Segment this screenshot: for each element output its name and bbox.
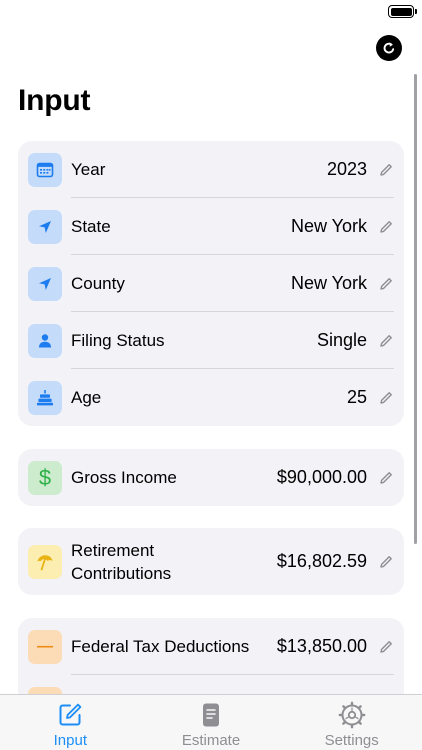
county-label: County xyxy=(71,274,125,293)
state-value: New York xyxy=(290,216,367,236)
document-icon xyxy=(203,703,219,727)
beach-umbrella-icon xyxy=(28,544,62,579)
retirement-contributions-value: $16,802.59 xyxy=(276,551,367,571)
year-row[interactable]: Year 2023 xyxy=(18,141,404,198)
page-title: Input xyxy=(18,84,91,117)
gross-income-row[interactable]: $ Gross Income $90,000.00 xyxy=(18,449,404,506)
pencil-icon[interactable] xyxy=(378,639,394,655)
retirement-group: Retirement Contributions $16,802.59 xyxy=(18,528,404,595)
county-value: New York xyxy=(290,273,367,293)
state-row[interactable]: State New York xyxy=(18,198,404,255)
battery-icon xyxy=(388,5,417,18)
year-label: Year xyxy=(71,160,106,179)
retirement-label-line2: Contributions xyxy=(71,563,172,583)
pencil-icon[interactable] xyxy=(378,219,394,235)
age-value: 25 xyxy=(346,387,367,407)
tab-estimate[interactable]: Estimate xyxy=(141,695,282,750)
filing-status-label: Filing Status xyxy=(71,331,165,350)
location-arrow-icon xyxy=(28,266,62,301)
refresh-button[interactable] xyxy=(376,35,402,61)
compose-icon xyxy=(59,703,82,726)
federal-tax-deductions-row[interactable]: — Federal Tax Deductions $13,850.00 xyxy=(18,618,404,675)
retirement-contributions-row[interactable]: Retirement Contributions $16,802.59 xyxy=(18,528,404,595)
tab-input[interactable]: Input xyxy=(0,695,141,750)
dollar-sign-icon: $ xyxy=(28,460,62,495)
age-row[interactable]: Age 25 xyxy=(18,369,404,426)
federal-tax-deductions-value: $13,850.00 xyxy=(276,636,367,656)
year-value: 2023 xyxy=(326,159,367,179)
pencil-icon[interactable] xyxy=(378,554,394,570)
scroll-indicator[interactable] xyxy=(414,74,417,544)
refresh-icon xyxy=(383,42,395,54)
location-arrow-icon xyxy=(28,209,62,244)
gross-income-label: Gross Income xyxy=(71,468,177,487)
pencil-icon[interactable] xyxy=(378,162,394,178)
retirement-contributions-label: Retirement Contributions xyxy=(71,539,277,585)
status-bar xyxy=(0,0,422,26)
tab-bar: Input Estimate Settings xyxy=(0,694,422,750)
dollar-sign-glyph: $ xyxy=(38,464,52,490)
filing-status-value: Single xyxy=(316,330,367,350)
gross-income-group: $ Gross Income $90,000.00 xyxy=(18,449,404,506)
pencil-icon[interactable] xyxy=(378,333,394,349)
pencil-icon[interactable] xyxy=(378,390,394,406)
federal-tax-deductions-label: Federal Tax Deductions xyxy=(71,637,250,656)
person-icon xyxy=(28,323,62,358)
minus-glyph: — xyxy=(37,637,53,655)
minus-icon: — xyxy=(28,629,62,664)
birthday-cake-icon xyxy=(28,380,62,415)
basic-info-group: Year 2023 State New York County New York… xyxy=(18,141,404,426)
filing-status-row[interactable]: Filing Status Single xyxy=(18,312,404,369)
tab-input-label: Input xyxy=(53,732,88,749)
retirement-label-line1: Retirement xyxy=(71,540,155,560)
tab-estimate-label: Estimate xyxy=(181,732,241,749)
calendar-icon xyxy=(28,152,62,187)
age-label: Age xyxy=(71,388,102,407)
state-label: State xyxy=(71,217,111,236)
tab-settings-label: Settings xyxy=(324,732,379,749)
tab-settings[interactable]: Settings xyxy=(281,695,422,750)
pencil-icon[interactable] xyxy=(378,276,394,292)
county-row[interactable]: County New York xyxy=(18,255,404,312)
gear-icon xyxy=(338,701,366,729)
gross-income-value: $90,000.00 xyxy=(276,467,367,487)
pencil-icon[interactable] xyxy=(378,470,394,486)
